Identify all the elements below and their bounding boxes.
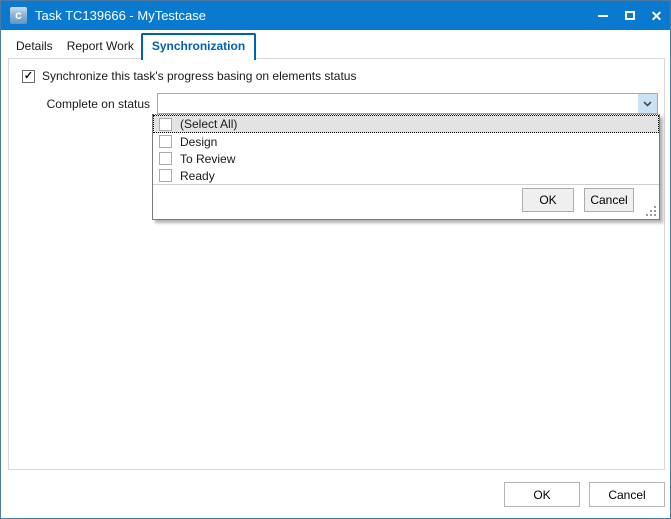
list-item-select-all[interactable]: (Select All)	[153, 115, 659, 133]
resize-grip[interactable]	[646, 206, 657, 217]
minimize-icon	[597, 14, 608, 17]
tab-details[interactable]: Details	[9, 34, 60, 59]
to-review-checkbox[interactable]	[159, 152, 172, 165]
sync-checkbox[interactable]: ✓	[22, 69, 35, 83]
cancel-button[interactable]: Cancel	[589, 482, 665, 507]
sync-checkbox-row: ✓ Synchronize this task's progress basin…	[22, 69, 356, 83]
maximize-icon	[624, 11, 635, 20]
ok-button[interactable]: OK	[504, 482, 580, 507]
status-list: (Select All) Design To Review Ready	[153, 115, 659, 185]
sync-checkbox-label: Synchronize this task's progress basing …	[42, 69, 357, 83]
complete-on-status-combobox[interactable]	[157, 93, 658, 114]
combo-dropdown-button[interactable]	[638, 94, 657, 113]
maximize-button[interactable]	[616, 1, 643, 30]
dropdown-footer: OK Cancel	[153, 184, 659, 219]
synchronization-tab-panel: ✓ Synchronize this task's progress basin…	[8, 58, 665, 470]
tab-report-work[interactable]: Report Work	[60, 34, 141, 59]
list-item-ready[interactable]: Ready	[153, 167, 659, 184]
list-item-to-review[interactable]: To Review	[153, 150, 659, 167]
window-title: Task TC139666 - MyTestcase	[35, 8, 206, 23]
window-controls: ✕	[589, 1, 670, 30]
minimize-button[interactable]	[589, 1, 616, 30]
dropdown-cancel-button[interactable]: Cancel	[584, 188, 634, 212]
close-button[interactable]: ✕	[643, 1, 670, 30]
tab-synchronization[interactable]: Synchronization	[140, 33, 257, 60]
chevron-down-icon	[643, 100, 652, 107]
dropdown-ok-button[interactable]: OK	[522, 188, 574, 212]
app-icon: c	[10, 7, 27, 24]
tab-strip: Details Report Work Synchronization	[9, 32, 257, 60]
close-icon: ✕	[650, 7, 663, 24]
combo-value-input[interactable]	[158, 94, 638, 113]
status-dropdown-panel: (Select All) Design To Review Ready OK C…	[152, 114, 660, 220]
list-item-label: (Select All)	[180, 117, 238, 131]
list-item-label: To Review	[180, 151, 236, 166]
list-item-design[interactable]: Design	[153, 133, 659, 150]
task-dialog-window: c Task TC139666 - MyTestcase ✕ Details R…	[0, 0, 671, 519]
select-all-checkbox[interactable]	[159, 117, 172, 131]
resize-grip-icon	[654, 214, 656, 216]
complete-on-status-label: Complete on status	[46, 97, 150, 111]
titlebar[interactable]: c Task TC139666 - MyTestcase ✕	[1, 1, 670, 30]
design-checkbox[interactable]	[159, 135, 172, 148]
list-item-label: Design	[180, 134, 218, 149]
ready-checkbox[interactable]	[159, 169, 172, 182]
list-item-label: Ready	[180, 168, 215, 183]
